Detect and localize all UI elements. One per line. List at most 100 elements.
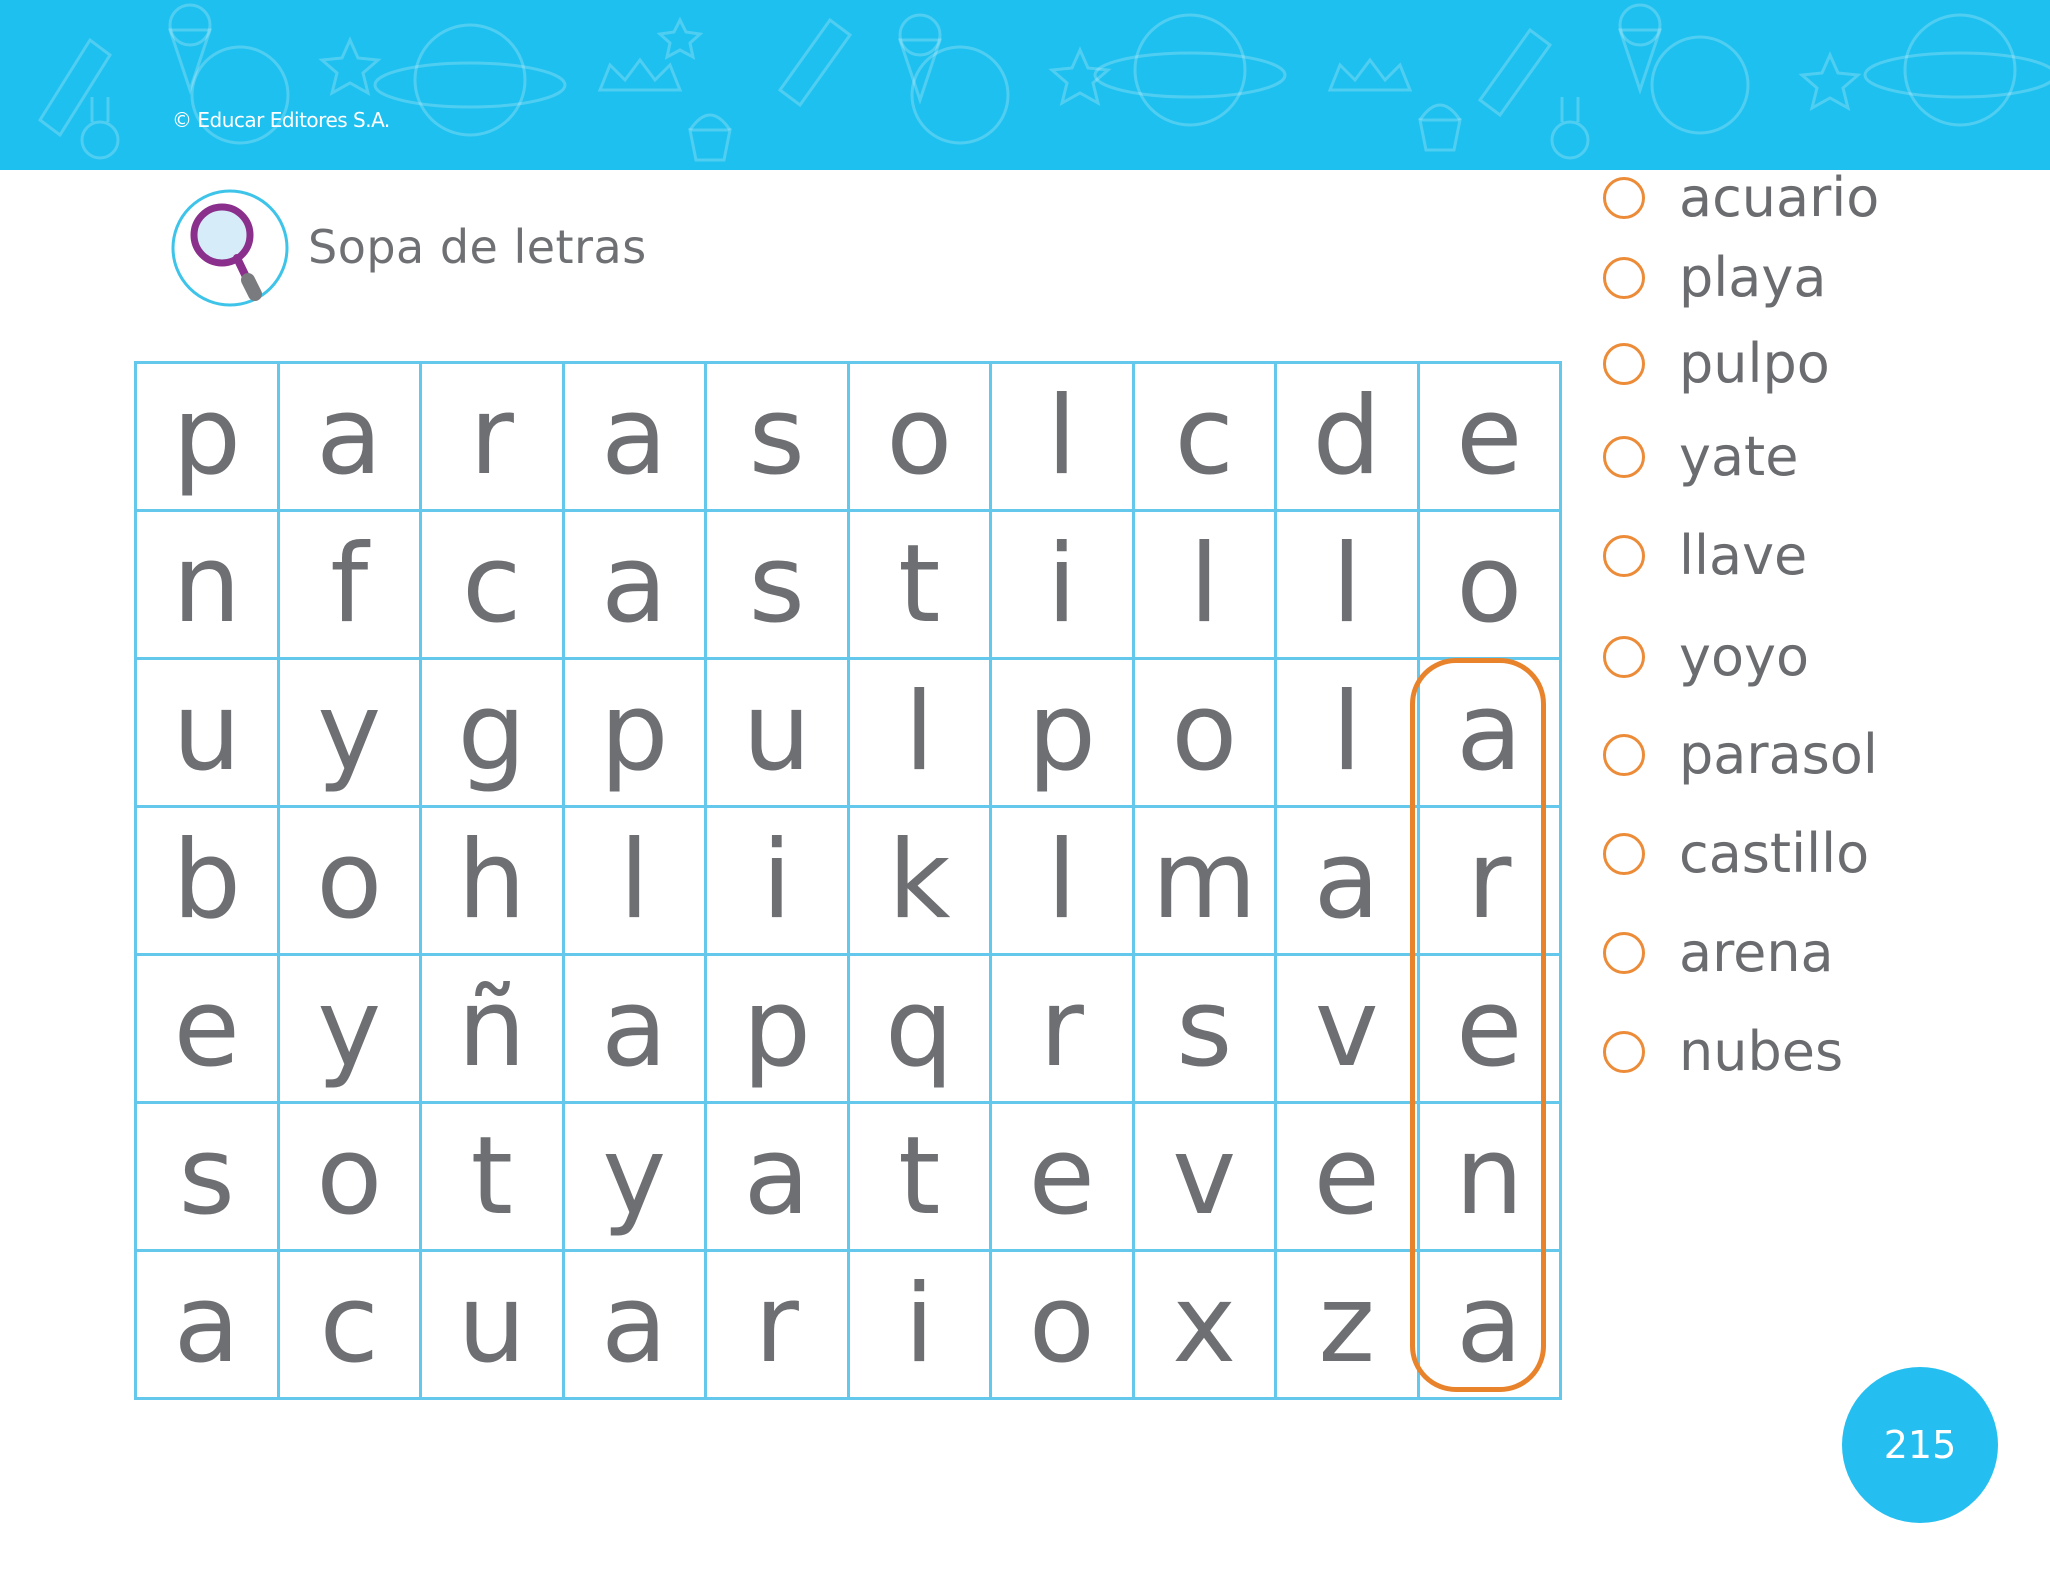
grid-cell[interactable]: i [704,805,850,956]
grid-cell[interactable]: a [1274,805,1420,956]
grid-cell[interactable]: v [1131,1101,1277,1252]
grid-cell[interactable]: y [561,1101,707,1252]
header-banner: © Educar Editores S.A. [0,0,2050,170]
word-item: yate [1603,425,1798,488]
grid-cell[interactable]: d [1274,361,1420,512]
grid-cell[interactable]: a [276,361,422,512]
grid-cell[interactable]: e [134,953,280,1104]
grid-cell[interactable]: u [134,657,280,808]
grid-cell[interactable]: t [846,509,992,660]
word-label: castillo [1679,822,1870,885]
grid-cell[interactable]: a [561,361,707,512]
grid-cell[interactable]: a [561,1249,707,1400]
page-number: 215 [1883,1423,1957,1467]
word-item: playa [1603,246,1826,309]
grid-cell[interactable]: s [704,361,850,512]
word-checkbox[interactable] [1603,931,1645,974]
grid-cell[interactable]: a [561,509,707,660]
word-label: nubes [1679,1020,1844,1083]
grid-cell[interactable]: a [561,953,707,1104]
grid-cell[interactable]: r [704,1249,850,1400]
grid-cell[interactable]: c [276,1249,422,1400]
grid-cell[interactable]: l [1131,509,1277,660]
word-checkbox[interactable] [1603,1030,1645,1073]
grid-cell[interactable]: i [846,1249,992,1400]
grid-cell[interactable]: c [419,509,565,660]
word-label: yoyo [1679,625,1809,688]
grid-cell[interactable]: l [1274,657,1420,808]
grid-cell[interactable]: p [704,953,850,1104]
grid-cell[interactable]: b [134,805,280,956]
grid-cell[interactable]: v [1274,953,1420,1104]
grid-cell[interactable]: e [989,1101,1135,1252]
grid-cell[interactable]: l [561,805,707,956]
word-checkbox[interactable] [1603,635,1645,678]
word-item: castillo [1603,822,1869,885]
grid-cell[interactable]: y [276,657,422,808]
grid-cell[interactable]: p [561,657,707,808]
grid-cell[interactable]: e [1274,1101,1420,1252]
grid-cell[interactable]: l [989,805,1135,956]
grid-cell[interactable]: y [276,953,422,1104]
grid-cell[interactable]: m [1131,805,1277,956]
word-checkbox[interactable] [1603,256,1645,299]
grid-cell[interactable]: h [419,805,565,956]
grid-cell[interactable]: o [276,1101,422,1252]
grid-cell[interactable]: i [989,509,1135,660]
grid-cell[interactable]: r [989,953,1135,1104]
grid-cell[interactable]: r [419,361,565,512]
grid-cell[interactable]: p [134,361,280,512]
grid-row: eyñapqrsve [134,953,1562,1104]
grid-cell[interactable]: n [134,509,280,660]
grid-cell[interactable]: o [846,361,992,512]
grid-cell[interactable]: t [846,1101,992,1252]
grid-cell[interactable]: l [989,361,1135,512]
grid-cell[interactable]: a [134,1249,280,1400]
grid-cell[interactable]: g [419,657,565,808]
grid-cell[interactable]: l [1274,509,1420,660]
grid-cell[interactable]: e [1416,361,1562,512]
grid-cell[interactable]: o [1131,657,1277,808]
grid-cell[interactable]: o [1416,509,1562,660]
grid-cell[interactable]: l [846,657,992,808]
word-checkbox[interactable] [1603,733,1645,776]
grid-cell[interactable]: u [704,657,850,808]
word-item: nubes [1603,1020,1843,1083]
word-checkbox[interactable] [1603,435,1645,478]
activity-title: Sopa de letras [308,220,647,274]
grid-cell[interactable]: u [419,1249,565,1400]
word-label: llave [1679,524,1808,587]
grid-cell[interactable]: t [419,1101,565,1252]
grid-row: acuarioxza [134,1249,1562,1400]
grid-cell[interactable]: c [1131,361,1277,512]
grid-cell[interactable]: a [704,1101,850,1252]
grid-cell[interactable]: q [846,953,992,1104]
word-item: acuario [1603,166,1879,229]
grid-cell[interactable]: o [276,805,422,956]
word-item: pulpo [1603,332,1830,395]
word-checkbox[interactable] [1603,832,1645,875]
grid-cell[interactable]: s [704,509,850,660]
grid-cell[interactable]: ñ [419,953,565,1104]
grid-cell[interactable]: x [1131,1249,1277,1400]
word-label: playa [1679,246,1827,309]
word-search-grid: parasolcdenfcastillouygpulpolabohliklmar… [134,361,1562,1400]
grid-cell[interactable]: s [134,1101,280,1252]
grid-cell[interactable]: z [1274,1249,1420,1400]
word-checkbox[interactable] [1603,342,1645,385]
word-label: arena [1679,921,1834,984]
grid-cell[interactable]: p [989,657,1135,808]
word-checkbox[interactable] [1603,534,1645,577]
word-label: pulpo [1679,332,1830,395]
grid-cell[interactable]: o [989,1249,1135,1400]
grid-cell[interactable]: f [276,509,422,660]
word-checkbox[interactable] [1603,176,1645,219]
grid-cell[interactable]: s [1131,953,1277,1104]
word-item: llave [1603,524,1807,587]
word-item: yoyo [1603,625,1809,688]
doodle-pattern [37,3,2050,162]
grid-cell[interactable]: k [846,805,992,956]
grid-row: sotyateven [134,1101,1562,1252]
word-label: yate [1679,425,1799,488]
grid-row: bohliklmar [134,805,1562,956]
